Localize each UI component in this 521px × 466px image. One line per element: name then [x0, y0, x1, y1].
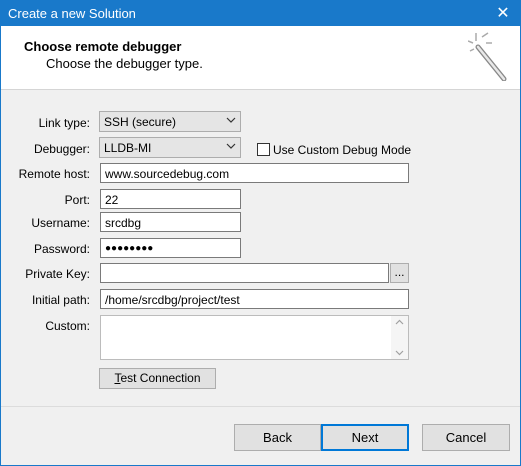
link-type-label: Link type: [38, 116, 90, 130]
vertical-scrollbar[interactable] [391, 316, 408, 359]
magic-wand-icon [468, 32, 507, 81]
wizard-header: Choose remote debugger Choose the debugg… [1, 26, 520, 90]
debugger-select[interactable]: LLDB-MI [99, 137, 241, 158]
password-label: Password: [33, 242, 90, 256]
custom-label: Custom: [45, 319, 90, 333]
cancel-button[interactable]: Cancel [422, 424, 510, 451]
page-subtitle: Choose the debugger type. [46, 56, 203, 71]
port-input[interactable]: 22 [100, 189, 241, 209]
custom-textarea[interactable] [100, 315, 409, 360]
next-button[interactable]: Next [321, 424, 409, 451]
chevron-down-icon [226, 143, 236, 149]
debugger-value: LLDB-MI [104, 141, 152, 155]
link-type-select[interactable]: SSH (secure) [99, 111, 241, 132]
username-input[interactable]: srcdbg [100, 212, 241, 232]
back-button[interactable]: Back [234, 424, 321, 451]
scroll-up-icon[interactable] [395, 319, 404, 325]
debugger-label: Debugger: [33, 142, 90, 156]
initial-path-input[interactable]: /home/srcdbg/project/test [100, 289, 409, 309]
remote-host-label: Remote host: [18, 167, 90, 181]
test-connection-button[interactable]: Test Connection [99, 368, 216, 389]
private-key-label: Private Key: [25, 267, 90, 281]
test-connection-label: est Connection [120, 371, 201, 385]
username-label: Username: [31, 216, 90, 230]
scroll-down-icon[interactable] [395, 350, 404, 356]
window-title: Create a new Solution [8, 6, 136, 21]
page-title: Choose remote debugger [24, 39, 182, 54]
custom-debug-mode-checkbox[interactable] [257, 143, 270, 156]
port-label: Port: [64, 193, 90, 207]
initial-path-label: Initial path: [31, 293, 90, 307]
custom-debug-mode-label[interactable]: Use Custom Debug Mode [273, 143, 411, 157]
close-button[interactable]: ✕ [486, 1, 520, 26]
remote-host-input[interactable]: www.sourcedebug.com [100, 163, 409, 183]
password-input[interactable]: ●●●●●●●● [100, 238, 241, 258]
chevron-down-icon [226, 117, 236, 123]
footer-divider [1, 406, 520, 407]
wizard-window: Create a new Solution ✕ Choose remote de… [0, 0, 521, 466]
link-type-value: SSH (secure) [104, 115, 177, 129]
private-key-input[interactable] [100, 263, 389, 283]
browse-private-key-button[interactable]: ... [390, 263, 409, 283]
title-bar: Create a new Solution ✕ [1, 1, 520, 26]
